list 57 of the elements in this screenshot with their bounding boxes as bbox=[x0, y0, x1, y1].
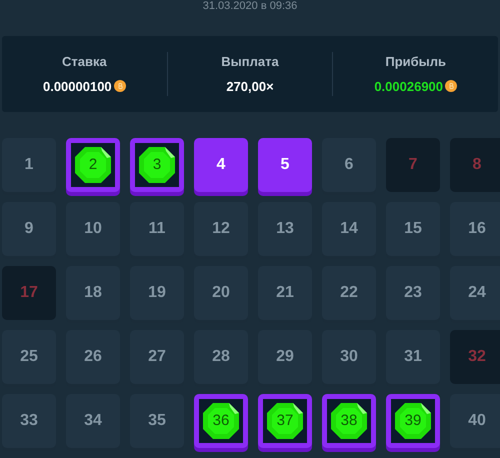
tile[interactable]: 27 bbox=[130, 330, 184, 384]
tile[interactable]: 28 bbox=[194, 330, 248, 384]
tile[interactable]: 4 bbox=[194, 138, 248, 192]
gem-tile[interactable]: 36 bbox=[194, 394, 248, 448]
tile[interactable]: 9 bbox=[2, 202, 56, 256]
tile[interactable]: 26 bbox=[66, 330, 120, 384]
tile[interactable]: 30 bbox=[322, 330, 376, 384]
tile[interactable]: 24 bbox=[450, 266, 500, 320]
tile-number: 3 bbox=[152, 154, 162, 175]
stat-value: 270,00× bbox=[226, 78, 274, 96]
gem-icon bbox=[394, 402, 432, 440]
tile[interactable]: 13 bbox=[258, 202, 312, 256]
gem-icon bbox=[330, 402, 368, 440]
tile-number: 37 bbox=[276, 410, 294, 431]
tile-number: 2 bbox=[88, 154, 98, 175]
tile[interactable]: 23 bbox=[386, 266, 440, 320]
tile[interactable]: 20 bbox=[194, 266, 248, 320]
stat-value: 0.00026900 bbox=[374, 78, 444, 96]
gem-tile[interactable]: 3 bbox=[130, 138, 184, 192]
gem-icon bbox=[202, 402, 240, 440]
gem-tile[interactable]: 2 bbox=[66, 138, 120, 192]
tile[interactable]: 21 bbox=[258, 266, 312, 320]
tile[interactable]: 18 bbox=[66, 266, 120, 320]
gem-icon bbox=[138, 146, 176, 184]
tile[interactable]: 16 bbox=[450, 202, 500, 256]
tile-number: 39 bbox=[404, 410, 422, 431]
tile[interactable]: 6 bbox=[322, 138, 376, 192]
gem-tile[interactable]: 39 bbox=[386, 394, 440, 448]
coin-icon bbox=[445, 80, 458, 92]
tile[interactable]: 25 bbox=[2, 330, 56, 384]
gem-tile[interactable]: 37 bbox=[258, 394, 312, 448]
stat-label: Ставка bbox=[62, 53, 107, 71]
coin-icon bbox=[114, 80, 126, 92]
tile[interactable]: 31 bbox=[386, 330, 440, 384]
gem-icon bbox=[74, 146, 112, 184]
tile[interactable]: 15 bbox=[386, 202, 440, 256]
gem-icon bbox=[266, 402, 304, 440]
tile[interactable]: 22 bbox=[322, 266, 376, 320]
tile[interactable]: 33 bbox=[2, 394, 56, 448]
stat-label: Выплата bbox=[221, 53, 279, 71]
stat-label: Прибыль bbox=[385, 53, 446, 71]
tile[interactable]: 11 bbox=[130, 202, 184, 256]
tile[interactable]: 10 bbox=[66, 202, 120, 256]
stat-value: 0.00000100 bbox=[42, 78, 112, 96]
tile[interactable]: 29 bbox=[258, 330, 312, 384]
date-text: 31.03.2020 в 09:36 bbox=[202, 0, 298, 12]
gem-tile[interactable]: 38 bbox=[322, 394, 376, 448]
tile[interactable]: 14 bbox=[322, 202, 376, 256]
tile[interactable]: 34 bbox=[66, 394, 120, 448]
tile[interactable]: 19 bbox=[130, 266, 184, 320]
tile[interactable]: 40 bbox=[450, 394, 500, 448]
tile-number: 36 bbox=[212, 410, 230, 431]
tile[interactable]: 1 bbox=[2, 138, 56, 192]
tile[interactable]: 12 bbox=[194, 202, 248, 256]
tile[interactable]: 5 bbox=[258, 138, 312, 192]
tile-number: 38 bbox=[340, 410, 358, 431]
tile[interactable]: 35 bbox=[130, 394, 184, 448]
